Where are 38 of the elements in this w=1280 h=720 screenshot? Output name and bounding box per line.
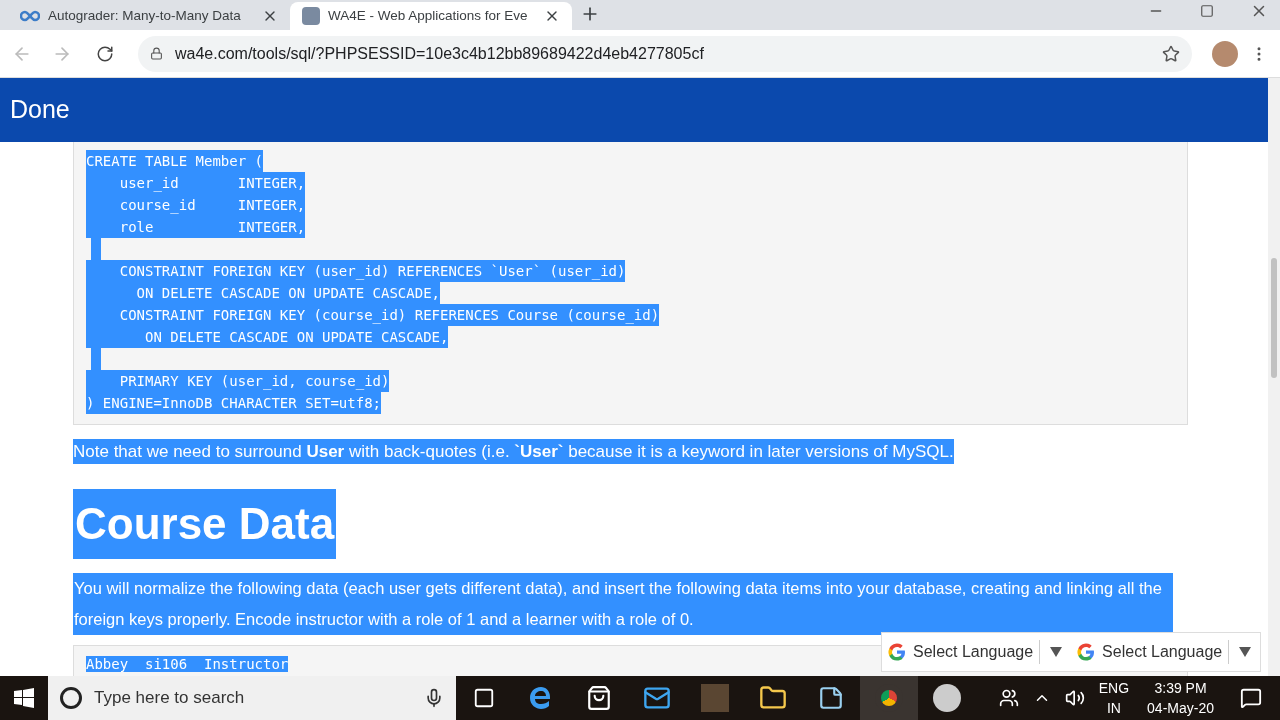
clock-time[interactable]: 3:39 PM: [1154, 678, 1207, 698]
windows-logo-icon[interactable]: [14, 688, 34, 708]
lock-icon: [150, 47, 163, 60]
folder-icon[interactable]: [759, 684, 787, 712]
header-title: Done: [10, 94, 70, 126]
section-heading: Course Data: [73, 489, 337, 559]
infinity-icon: [20, 10, 40, 22]
tab-title: WA4E - Web Applications for Eve: [328, 6, 529, 25]
language-text[interactable]: ENG: [1098, 678, 1130, 698]
profile-avatar[interactable]: [1212, 40, 1238, 67]
speaker-icon[interactable]: [1064, 688, 1085, 708]
microphone-icon[interactable]: [424, 688, 444, 708]
favicon-icon: [302, 7, 320, 25]
app-thumbnail-icon[interactable]: [701, 684, 729, 712]
notepad-icon[interactable]: [818, 685, 844, 711]
browser-tab[interactable]: WA4E - Web Applications for Eve: [290, 2, 572, 30]
people-icon[interactable]: [998, 688, 1019, 708]
instructions-paragraph: You will normalize the following data (each user gets different data), and insert the following data items into your database, creating and linking all the foreign keys properly. Encode instructor with a role of 1 and a learner with a role of 0.: [73, 573, 1173, 635]
notifications-icon[interactable]: [1240, 687, 1262, 709]
address-bar[interactable]: wa4e.com/tools/sql/?PHPSESSID=10e3c4b12bb89689422d4eb4277805cf: [138, 35, 1192, 72]
restore-icon[interactable]: [1200, 4, 1214, 18]
store-bag-icon[interactable]: [586, 685, 612, 711]
tab-title: Autograder: Many-to-Many Data: [48, 6, 242, 25]
url-text: wa4e.com/tools/sql/?PHPSESSID=10e3c4b12bb89689422d4eb4277805cf: [175, 43, 704, 64]
google-logo-icon: [1076, 642, 1097, 662]
google-logo-icon: [887, 642, 907, 662]
language-dropdown[interactable]: Select Language: [1075, 640, 1257, 664]
region-text[interactable]: IN: [1106, 698, 1121, 718]
note-text: Note that we need to surround User with back-quotes (i.e. `User` because it is a keyword in later versions of MySQL.: [73, 439, 954, 464]
language-dropdown[interactable]: Select Language: [886, 640, 1068, 664]
bookmark-star-icon[interactable]: [1162, 44, 1180, 63]
dropdown-arrow-icon: [1050, 647, 1063, 657]
dropdown-arrow-icon: [1239, 647, 1252, 657]
reload-icon[interactable]: [96, 44, 114, 63]
chrome-icon[interactable]: [860, 676, 918, 720]
clock-date[interactable]: 04-May-20: [1147, 698, 1214, 718]
taskbar-search-field[interactable]: Type here to search: [48, 676, 456, 720]
task-view-icon[interactable]: [473, 687, 495, 709]
